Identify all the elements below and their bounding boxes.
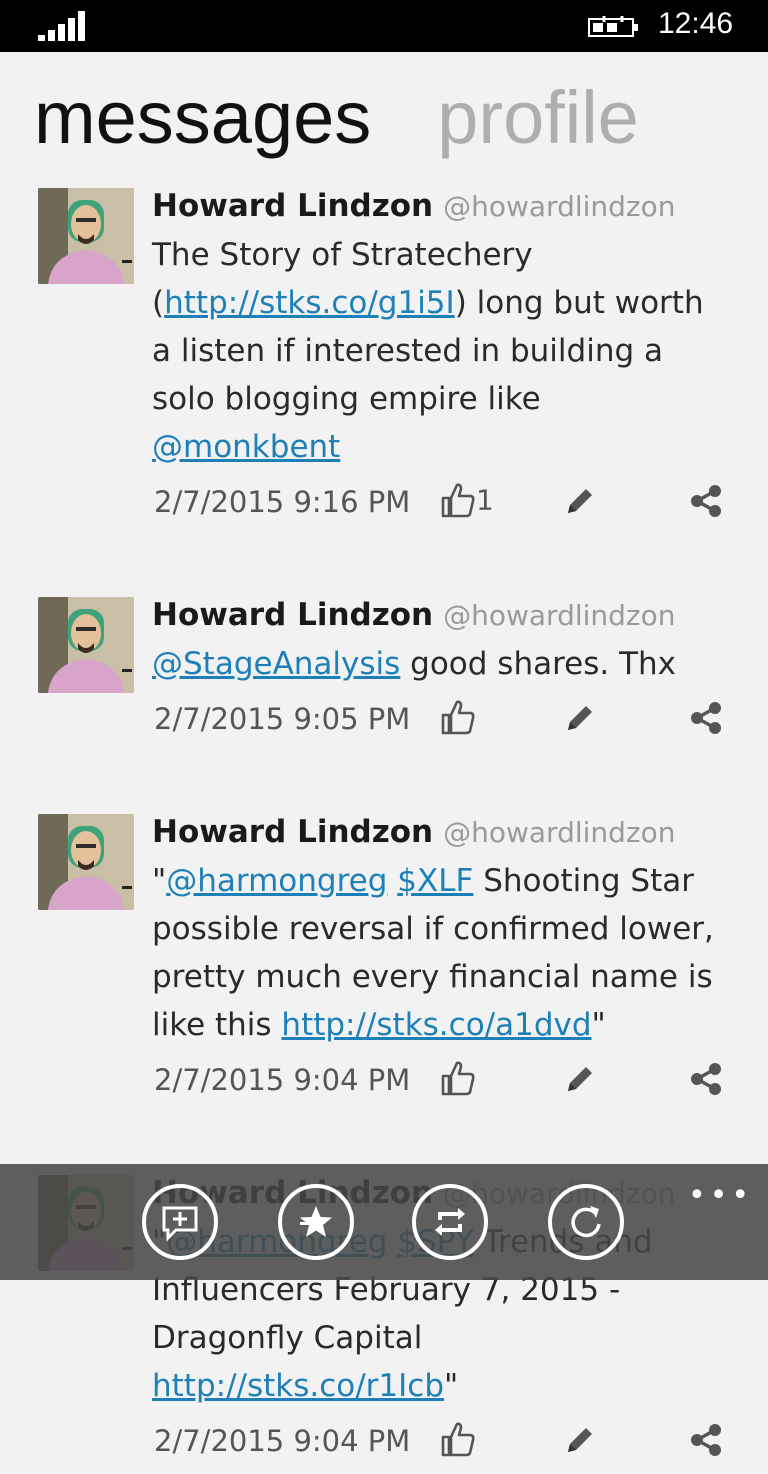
message-link[interactable]: http://stks.co/r1Icb bbox=[152, 1368, 444, 1404]
compose-icon bbox=[162, 1206, 198, 1242]
timestamp: 2/7/2015 9:05 PM bbox=[154, 702, 411, 736]
avatar[interactable] bbox=[38, 188, 134, 284]
share-icon[interactable] bbox=[688, 700, 724, 736]
pencil-icon[interactable] bbox=[562, 1061, 598, 1097]
signal-strength-icon bbox=[38, 11, 85, 41]
message-list: Howard Lindzon @howardlindzon The Story of… bbox=[0, 186, 768, 1474]
message-text-segment: " bbox=[444, 1368, 459, 1404]
author-name[interactable]: Howard Lindzon bbox=[152, 597, 433, 633]
message-header: Howard Lindzon @howardlindzon bbox=[152, 186, 728, 227]
message-link[interactable]: http://stks.co/g1i5I bbox=[164, 285, 455, 321]
pivot-tab-messages[interactable]: messages bbox=[34, 70, 371, 166]
like-button[interactable] bbox=[440, 1420, 476, 1460]
message-header: Howard Lindzon @howardlindzon bbox=[152, 812, 728, 853]
status-bar: 12:46 bbox=[0, 0, 768, 52]
like-button[interactable] bbox=[440, 1059, 476, 1099]
app-bar: ••• bbox=[0, 1164, 768, 1280]
timestamp: 2/7/2015 9:04 PM bbox=[154, 1424, 411, 1458]
message-link[interactable]: @monkbent bbox=[152, 429, 340, 465]
message-actions: 2/7/2015 9:04 PM bbox=[152, 1416, 728, 1474]
compose-button[interactable] bbox=[142, 1184, 218, 1260]
author-name[interactable]: Howard Lindzon bbox=[152, 188, 433, 224]
avatar[interactable] bbox=[38, 814, 134, 910]
more-options-button[interactable]: ••• bbox=[688, 1178, 753, 1213]
share-icon[interactable] bbox=[688, 483, 724, 519]
message-text: @StageAnalysis good shares. Thx bbox=[152, 640, 728, 688]
timestamp: 2/7/2015 9:16 PM bbox=[154, 485, 411, 519]
message-actions: 2/7/2015 9:05 PM bbox=[152, 694, 728, 752]
thumbs-up-icon bbox=[440, 1061, 476, 1096]
message-item[interactable]: Howard Lindzon @howardlindzon The Story of… bbox=[0, 186, 768, 535]
clock: 12:46 bbox=[658, 7, 734, 40]
pivot-header: messages profile bbox=[34, 70, 705, 180]
thumbs-up-icon bbox=[440, 1422, 476, 1457]
author-handle: @howardlindzon bbox=[443, 599, 676, 632]
message-text-segment: " bbox=[591, 1007, 606, 1043]
retweets-button[interactable] bbox=[412, 1184, 488, 1260]
thumbs-up-icon bbox=[440, 483, 476, 518]
message-header: Howard Lindzon @howardlindzon bbox=[152, 595, 728, 636]
battery-charging-icon bbox=[588, 16, 638, 37]
favorite-icon bbox=[300, 1206, 332, 1237]
message-text-segment: " bbox=[152, 863, 167, 899]
author-name[interactable]: Howard Lindzon bbox=[152, 814, 433, 850]
timestamp: 2/7/2015 9:04 PM bbox=[154, 1063, 411, 1097]
pencil-icon[interactable] bbox=[562, 700, 598, 736]
retweet-icon bbox=[435, 1208, 465, 1236]
refresh-icon bbox=[571, 1206, 601, 1238]
refresh-button[interactable] bbox=[548, 1184, 624, 1260]
author-handle: @howardlindzon bbox=[443, 190, 676, 223]
avatar[interactable] bbox=[38, 597, 134, 693]
pencil-icon[interactable] bbox=[562, 1422, 598, 1458]
message-text-segment bbox=[387, 863, 397, 899]
message-link[interactable]: http://stks.co/a1dvd bbox=[281, 1007, 591, 1043]
pivot-tab-profile[interactable]: profile bbox=[437, 70, 639, 166]
message-text: The Story of Stratechery (http://stks.co… bbox=[152, 231, 728, 471]
message-link[interactable]: @harmongreg bbox=[166, 863, 387, 899]
message-link[interactable]: @StageAnalysis bbox=[152, 646, 400, 682]
message-actions: 2/7/2015 9:16 PM 1 bbox=[152, 477, 728, 535]
message-item[interactable]: Howard Lindzon @howardlindzon @StageAnalys… bbox=[0, 595, 768, 752]
like-button[interactable] bbox=[440, 698, 476, 738]
share-icon[interactable] bbox=[688, 1422, 724, 1458]
like-count: 1 bbox=[476, 483, 494, 517]
author-handle: @howardlindzon bbox=[443, 816, 676, 849]
message-text: "@harmongreg $XLF Shooting Star possible… bbox=[152, 857, 728, 1049]
message-item[interactable]: Howard Lindzon@howardlindzon"@harmongreg… bbox=[0, 812, 768, 1113]
message-actions: 2/7/2015 9:04 PM bbox=[152, 1055, 728, 1113]
like-button[interactable]: 1 bbox=[440, 481, 494, 521]
pencil-icon[interactable] bbox=[562, 483, 598, 519]
share-icon[interactable] bbox=[688, 1061, 724, 1097]
thumbs-up-icon bbox=[440, 700, 476, 735]
message-text-segment: good shares. Thx bbox=[400, 646, 677, 682]
favorites-button[interactable] bbox=[278, 1184, 354, 1260]
message-link[interactable]: $XLF bbox=[397, 863, 473, 899]
